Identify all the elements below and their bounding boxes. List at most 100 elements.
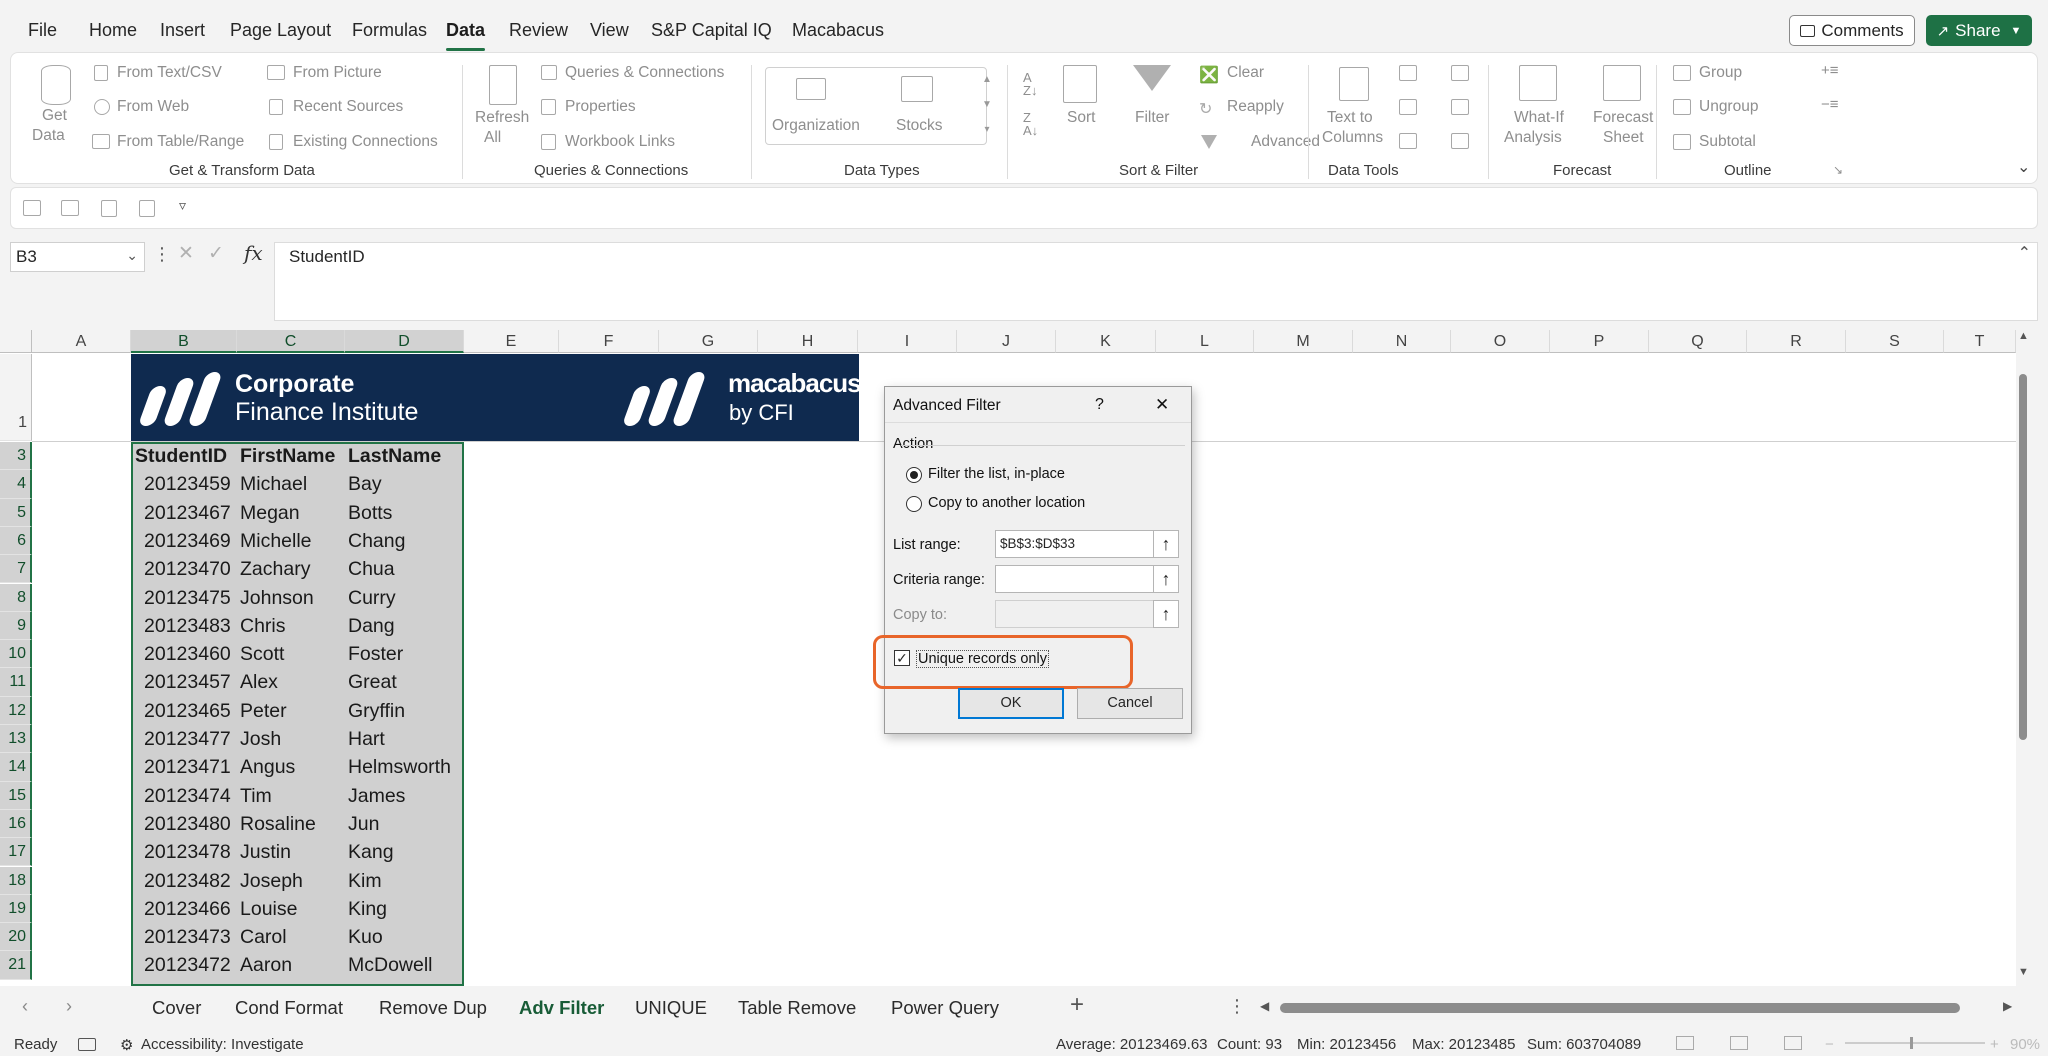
row-header-18[interactable]: 18: [0, 866, 32, 895]
row-header-1[interactable]: 1: [0, 354, 32, 441]
text-to-columns-label2[interactable]: Columns: [1322, 129, 1383, 147]
criteria-range-picker-icon[interactable]: ↑: [1153, 565, 1179, 593]
column-header-l[interactable]: L: [1156, 330, 1254, 353]
table-cell[interactable]: Zachary: [240, 555, 310, 583]
add-sheet-icon[interactable]: +: [1070, 991, 1084, 1019]
column-header-p[interactable]: P: [1550, 330, 1649, 353]
table-cell[interactable]: 20123474: [144, 782, 231, 810]
accessibility-status[interactable]: Accessibility: Investigate: [141, 1036, 304, 1053]
sheet-tab-unique[interactable]: UNIQUE: [635, 997, 707, 1019]
menu-file[interactable]: File: [28, 20, 57, 41]
organization-button[interactable]: Organization: [772, 117, 860, 135]
copy-to-location-label[interactable]: Copy to another location: [928, 495, 1085, 511]
column-header-i[interactable]: I: [858, 330, 957, 353]
data-validation-icon[interactable]: [1399, 133, 1417, 149]
from-web-button[interactable]: From Web: [117, 98, 189, 116]
paste-values-icon[interactable]: [101, 200, 117, 217]
get-data-label2[interactable]: Data: [32, 127, 65, 145]
table-cell[interactable]: 20123482: [144, 867, 231, 895]
from-picture-button[interactable]: From Picture: [293, 64, 382, 82]
table-cell[interactable]: Tim: [240, 782, 272, 810]
filter-in-place-radio[interactable]: [906, 467, 922, 483]
unique-records-label[interactable]: Unique records only: [916, 650, 1049, 668]
gallery-scroll[interactable]: ▲ ▼ ▾: [976, 67, 998, 145]
confirm-entry-icon[interactable]: ✓: [208, 242, 224, 265]
menu-capital-iq[interactable]: S&P Capital IQ: [651, 20, 772, 41]
row-header-8[interactable]: 8: [0, 583, 32, 612]
table-cell[interactable]: Aaron: [240, 951, 292, 979]
queries-connections-button[interactable]: Queries & Connections: [565, 64, 724, 82]
row-header-3[interactable]: 3: [0, 442, 32, 471]
reapply-button[interactable]: Reapply: [1227, 98, 1284, 116]
table-cell[interactable]: 20123473: [144, 923, 231, 951]
scroll-right-icon[interactable]: ▶: [2003, 999, 2012, 1013]
table-cell[interactable]: 20123465: [144, 697, 231, 725]
text-to-columns-label[interactable]: Text to: [1327, 109, 1373, 127]
table-cell[interactable]: Carol: [240, 923, 287, 951]
table-cell[interactable]: Chris: [240, 612, 286, 640]
table-cell[interactable]: Justin: [240, 838, 291, 866]
table-cell[interactable]: Scott: [240, 640, 284, 668]
column-header-b[interactable]: B: [131, 330, 237, 353]
column-header-d[interactable]: D: [345, 330, 464, 353]
row-header-19[interactable]: 19: [0, 894, 32, 924]
table-cell[interactable]: Johnson: [240, 584, 314, 612]
table-cell[interactable]: Chua: [348, 555, 395, 583]
forecast-sheet-label[interactable]: Forecast: [1593, 109, 1653, 127]
menu-formulas[interactable]: Formulas: [352, 20, 427, 41]
filter-in-place-label[interactable]: Filter the list, in-place: [928, 466, 1065, 482]
what-if-label2[interactable]: Analysis: [1504, 129, 1562, 147]
table-cell[interactable]: Rosaline: [240, 810, 316, 838]
menu-insert[interactable]: Insert: [160, 20, 205, 41]
sheet-tab-cond-format[interactable]: Cond Format: [235, 997, 343, 1019]
collapse-formula-bar-icon[interactable]: ⌃: [2018, 243, 2031, 263]
table-cell[interactable]: 20123457: [144, 668, 231, 696]
properties-button[interactable]: Properties: [565, 98, 636, 116]
vertical-scrollbar[interactable]: ▲ ▼: [2016, 330, 2030, 986]
column-header-t[interactable]: T: [1944, 330, 2016, 353]
row-header-4[interactable]: 4: [0, 470, 32, 499]
row-header-14[interactable]: 14: [0, 753, 32, 782]
menu-page-layout[interactable]: Page Layout: [230, 20, 331, 41]
column-header-n[interactable]: N: [1353, 330, 1451, 353]
dialog-launcher-icon[interactable]: ↘: [1833, 163, 1843, 177]
column-header-c[interactable]: C: [237, 330, 345, 353]
row-header-5[interactable]: 5: [0, 498, 32, 527]
sheet-tab-remove-dup[interactable]: Remove Dup: [379, 997, 487, 1019]
table-cell[interactable]: McDowell: [348, 951, 433, 979]
column-header-q[interactable]: Q: [1649, 330, 1747, 353]
row-header-11[interactable]: 11: [0, 668, 32, 697]
ungroup-button[interactable]: Ungroup: [1699, 98, 1758, 116]
table-cell[interactable]: Kim: [348, 867, 382, 895]
table-cell[interactable]: 20123475: [144, 584, 231, 612]
menu-review[interactable]: Review: [509, 20, 568, 41]
list-range-picker-icon[interactable]: ↑: [1153, 530, 1179, 558]
more-sheets-icon[interactable]: ⋮: [1228, 996, 1246, 1017]
remove-duplicates-icon[interactable]: [1399, 99, 1417, 115]
list-range-input[interactable]: $B$3:$D$33: [995, 530, 1155, 558]
flash-fill-icon[interactable]: [1399, 65, 1417, 81]
data-types-gallery[interactable]: Organization Stocks: [765, 67, 987, 145]
select-all-corner[interactable]: [0, 330, 32, 353]
unique-records-checkbox[interactable]: ✓: [894, 650, 910, 666]
table-cell[interactable]: 20123460: [144, 640, 231, 668]
row-header-9[interactable]: 9: [0, 611, 32, 641]
table-cell[interactable]: 20123466: [144, 895, 231, 923]
comments-button[interactable]: Comments: [1789, 15, 1915, 46]
table-cell[interactable]: 20123471: [144, 753, 231, 781]
increase-decimal-icon[interactable]: [23, 200, 41, 216]
next-sheet-icon[interactable]: ›: [66, 996, 72, 1017]
hide-detail-icon[interactable]: −≡: [1821, 96, 1839, 113]
customize-qat-icon[interactable]: ▿: [179, 197, 186, 214]
clear-button[interactable]: Clear: [1227, 64, 1264, 82]
column-header-r[interactable]: R: [1747, 330, 1846, 353]
copy-to-location-radio[interactable]: [906, 496, 922, 512]
table-cell[interactable]: Peter: [240, 697, 287, 725]
sort-button[interactable]: Sort: [1067, 109, 1095, 127]
what-if-label[interactable]: What-If: [1514, 109, 1564, 127]
group-button[interactable]: Group: [1699, 64, 1742, 82]
column-header-a[interactable]: A: [32, 330, 131, 353]
close-icon[interactable]: ✕: [1155, 395, 1169, 415]
table-cell[interactable]: Louise: [240, 895, 297, 923]
table-cell[interactable]: 20123483: [144, 612, 231, 640]
